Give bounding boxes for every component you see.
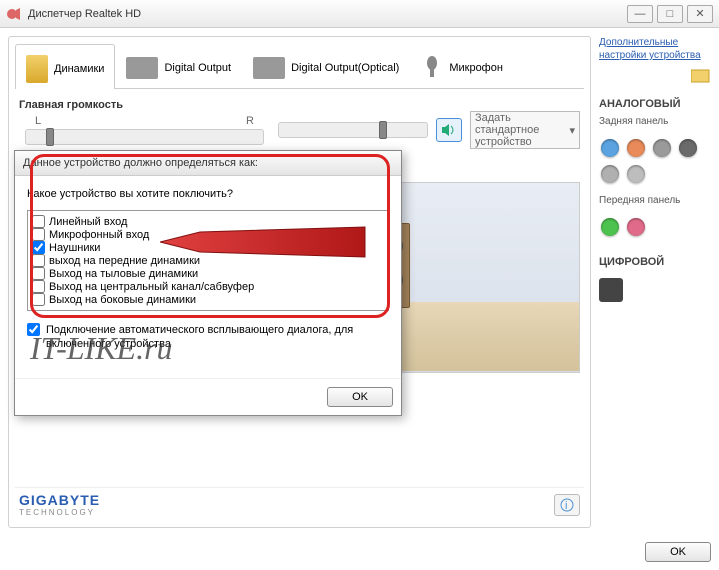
- audio-jack[interactable]: [627, 165, 645, 183]
- device-option-checkbox[interactable]: [32, 215, 45, 228]
- chevron-down-icon: ▾: [569, 124, 575, 137]
- info-button[interactable]: i: [554, 494, 580, 516]
- device-option-checkbox[interactable]: [32, 293, 45, 306]
- device-option-label: Выход на боковые динамики: [49, 294, 196, 306]
- close-button[interactable]: ✕: [687, 5, 713, 23]
- device-option-label: Линейный вход: [49, 216, 127, 228]
- mute-button[interactable]: [436, 118, 462, 142]
- audio-jack[interactable]: [653, 139, 671, 157]
- tab-label: Динамики: [54, 63, 104, 75]
- titlebar: Диспетчер Realtek HD — □ ✕: [0, 0, 719, 28]
- audio-jack[interactable]: [601, 218, 619, 236]
- main-ok-button[interactable]: OK: [645, 542, 711, 562]
- device-tabs: Динамики Digital Output Digital Output(O…: [15, 43, 584, 89]
- device-option[interactable]: Выход на боковые динамики: [32, 293, 384, 306]
- balance-slider[interactable]: [25, 129, 264, 145]
- device-option-label: Выход на центральный канал/сабвуфер: [49, 281, 254, 293]
- tab-digital[interactable]: Digital Output: [115, 43, 242, 88]
- window-title: Диспетчер Realtek HD: [28, 8, 623, 20]
- device-icon: [253, 57, 285, 79]
- device-option[interactable]: Микрофонный вход: [32, 228, 384, 241]
- device-icon: [126, 57, 158, 79]
- app-icon: [6, 6, 22, 22]
- device-option-list: Линейный входМикрофонный входНаушникивых…: [27, 210, 389, 311]
- device-option-label: выход на передние динамики: [49, 255, 200, 267]
- tab-label: Микрофон: [449, 62, 503, 74]
- device-option[interactable]: Линейный вход: [32, 215, 384, 228]
- autopop-checkbox[interactable]: [27, 323, 40, 336]
- mic-icon: [421, 55, 443, 81]
- folder-icon[interactable]: [691, 68, 711, 84]
- volume-slider[interactable]: [278, 122, 428, 138]
- maximize-button[interactable]: □: [657, 5, 683, 23]
- device-option-checkbox[interactable]: [32, 228, 45, 241]
- select-label: Задать стандартное устройство: [475, 112, 569, 148]
- device-option-checkbox[interactable]: [32, 254, 45, 267]
- rear-jacks: [599, 133, 711, 189]
- device-option-label: Наушники: [49, 242, 100, 254]
- audio-jack[interactable]: [627, 139, 645, 157]
- front-jacks: [599, 212, 711, 242]
- device-option-checkbox[interactable]: [32, 280, 45, 293]
- device-option[interactable]: Наушники: [32, 241, 384, 254]
- dialog-title: Данное устройство должно определяться ка…: [15, 151, 401, 176]
- minimize-button[interactable]: —: [627, 5, 653, 23]
- device-type-dialog: Данное устройство должно определяться ка…: [14, 150, 402, 416]
- front-panel-label: Передняя панель: [599, 195, 711, 206]
- audio-jack[interactable]: [601, 165, 619, 183]
- tab-label: Digital Output: [164, 62, 231, 74]
- device-option-label: Выход на тыловые динамики: [49, 268, 198, 280]
- device-option-checkbox[interactable]: [32, 241, 45, 254]
- info-icon: i: [560, 498, 574, 512]
- tab-optical[interactable]: Digital Output(Optical): [242, 43, 410, 88]
- device-option[interactable]: выход на передние динамики: [32, 254, 384, 267]
- dialog-question: Какое устройство вы хотите поключить?: [27, 188, 389, 200]
- device-option-checkbox[interactable]: [32, 267, 45, 280]
- left-label: L: [35, 115, 41, 127]
- audio-jack[interactable]: [601, 139, 619, 157]
- autopop-checkbox-row[interactable]: Подключение автоматического всплывающего…: [27, 323, 389, 352]
- brand-logo: GIGABYTE: [19, 492, 100, 508]
- tab-mic[interactable]: Микрофон: [410, 43, 514, 88]
- speakers-icon: [26, 55, 48, 83]
- right-label: R: [246, 115, 254, 127]
- device-option[interactable]: Выход на тыловые динамики: [32, 267, 384, 280]
- tab-speakers[interactable]: Динамики: [15, 44, 115, 89]
- digital-port-icon[interactable]: [599, 278, 623, 302]
- advanced-settings-link[interactable]: Дополнительные настройки устройства: [599, 36, 711, 62]
- autopop-label: Подключение автоматического всплывающего…: [46, 323, 389, 352]
- volume-label: Главная громкость: [19, 99, 580, 111]
- sound-icon: [441, 123, 457, 137]
- device-option-label: Микрофонный вход: [49, 229, 149, 241]
- audio-jack[interactable]: [679, 139, 697, 157]
- device-option[interactable]: Выход на центральный канал/сабвуфер: [32, 280, 384, 293]
- brand-sub: TECHNOLOGY: [19, 508, 100, 517]
- default-device-select[interactable]: Задать стандартное устройство ▾: [470, 111, 580, 149]
- analog-heading: АНАЛОГОВЫЙ: [599, 98, 711, 110]
- digital-heading: ЦИФРОВОЙ: [599, 256, 711, 268]
- dialog-ok-button[interactable]: OK: [327, 387, 393, 407]
- side-panel: Дополнительные настройки устройства АНАЛ…: [599, 36, 711, 528]
- rear-panel-label: Задняя панель: [599, 116, 711, 127]
- svg-text:i: i: [565, 500, 567, 512]
- tab-label: Digital Output(Optical): [291, 62, 399, 74]
- audio-jack[interactable]: [627, 218, 645, 236]
